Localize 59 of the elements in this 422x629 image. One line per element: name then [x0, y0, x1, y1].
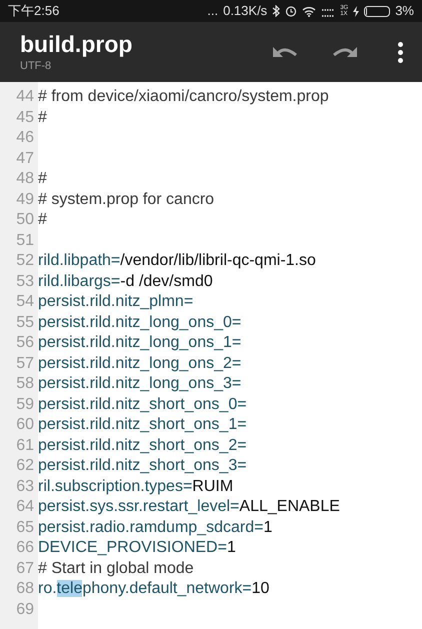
- line-number: 46: [15, 128, 35, 148]
- code-line: persist.rild.nitz_long_ons_1=: [38, 333, 242, 354]
- code-line: # Start in global mode: [38, 558, 194, 579]
- code-line: persist.sys.ssr.restart_level=ALL_ENABLE: [38, 497, 340, 518]
- line-number: 49: [15, 190, 35, 210]
- line-number: 64: [15, 497, 35, 518]
- bluetooth-icon: [272, 5, 280, 17]
- network-speed: 0.13K/s: [223, 2, 268, 20]
- redo-icon: [332, 45, 358, 59]
- code-line: #: [38, 169, 47, 190]
- line-number: 68: [15, 579, 35, 600]
- line-number: 69: [15, 600, 35, 620]
- line-number: 54: [15, 292, 35, 312]
- line-number: 51: [15, 230, 35, 251]
- line-number: 60: [15, 415, 35, 436]
- line-number: 47: [15, 148, 35, 169]
- line-number: 67: [15, 558, 35, 579]
- code-line: persist.rild.nitz_plmn=: [38, 292, 194, 312]
- alarm-clock-icon: [285, 5, 298, 17]
- code-line: rild.libpath=/vendor/lib/libril-qc-qmi-1.so: [38, 251, 316, 272]
- code-line: persist.rild.nitz_short_ons_3=: [38, 456, 247, 476]
- line-number: 66: [15, 538, 35, 558]
- line-number: 61: [15, 436, 35, 456]
- code-line: DEVICE_PROVISIONED=1: [38, 538, 236, 558]
- charging-icon: [353, 6, 360, 16]
- line-number: 65: [15, 518, 35, 538]
- line-number: 52: [15, 251, 35, 272]
- code-line: persist.rild.nitz_short_ons_0=: [38, 394, 247, 415]
- code-line: #: [38, 210, 47, 230]
- code-line: persist.rild.nitz_long_ons_0=: [38, 312, 242, 333]
- encoding-label: UTF-8: [20, 58, 52, 74]
- line-number: 55: [15, 312, 35, 333]
- line-number: 50: [15, 210, 35, 230]
- line-number: 58: [15, 374, 35, 394]
- undo-icon: [272, 45, 298, 59]
- line-number: 62: [15, 456, 35, 476]
- line-number: 53: [15, 272, 35, 292]
- line-number: 56: [15, 333, 35, 354]
- code-line: persist.rild.nitz_long_ons_3=: [38, 374, 242, 394]
- code-line: # from device/xiaomi/cancro/system.prop: [38, 87, 329, 108]
- code-line: ril.subscription.types=RUIM: [38, 476, 234, 497]
- line-number: 63: [15, 476, 35, 497]
- line-number: 59: [15, 394, 35, 415]
- line-number: 45: [15, 108, 35, 128]
- status-dots: ...: [207, 2, 218, 20]
- file-title: build.prop: [20, 30, 132, 58]
- line-number: 57: [15, 354, 35, 374]
- code-line: # system.prop for cancro: [38, 190, 214, 210]
- status-time: 下午2:56: [8, 2, 60, 20]
- wifi-icon: [302, 6, 316, 16]
- battery-percent: 3%: [395, 2, 414, 20]
- line-number: 48: [15, 169, 35, 190]
- code-line: rild.libargs=-d /dev/smd0: [38, 272, 213, 292]
- code-line: #: [38, 108, 47, 128]
- code-line: persist.rild.nitz_long_ons_2=: [38, 354, 242, 374]
- code-line: persist.rild.nitz_short_ons_2=: [38, 436, 247, 456]
- code-line: persist.rild.nitz_short_ons_1=: [38, 415, 247, 436]
- line-number: 44: [15, 87, 35, 108]
- code-line: persist.radio.ramdump_sdcard=1: [38, 518, 272, 538]
